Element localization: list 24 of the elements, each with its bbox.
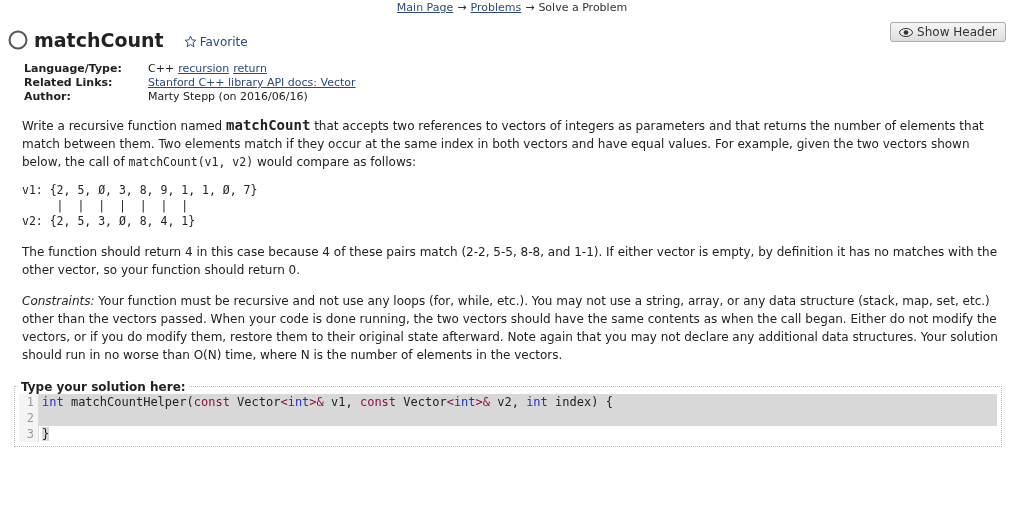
eye-icon [899, 27, 914, 37]
breadcrumb-link[interactable]: Problems [470, 1, 522, 15]
breadcrumb-text: → [457, 1, 467, 15]
breadcrumb-text: Solve a Problem [538, 1, 628, 15]
meta-label: Author: [24, 90, 72, 103]
editor-legend: Type your solution here: [19, 379, 188, 394]
solution-editor[interactable]: Type your solution here: 1 int matchCountHelper(const Vector<int>& v1, const Vector<int>& v2, int index) { 2 3 } [14, 379, 1002, 447]
meta-label: Related Links: [24, 76, 114, 89]
problem-description: Write a recursive function named matchCount that accepts two references to vectors of integers as parameters and that returns the number of elements that match between them. Two elements match if they occur at the same index in both vectors and have equal values. For example, given the two vectors shown below, the call of matchCount(v1, v2) would compare as follows: [22, 116, 985, 171]
meta-value: Marty Stepp (on 2016/06/16) [148, 90, 308, 103]
explanation-text: The function should return 4 in this case because 4 of these pairs match (2-2, 5-5, 8-8, and 1-1). If either vector is empty, by definition it has no matches with the other vector, so your function should return 0. [22, 243, 999, 279]
breadcrumb-link[interactable]: Main Page [396, 1, 454, 15]
meta-value: C++ [148, 62, 175, 75]
example-code: v1: {2, 5, Ø, 3, 8, 9, 1, 1, Ø, 7} | | | | | | | v2: {2, 5, 3, Ø, 8, 4, 1} [22, 183, 259, 230]
favorite-link[interactable]: Favorite [183, 34, 248, 49]
meta-link[interactable]: recursion [178, 62, 230, 75]
meta-link[interactable]: Stanford C++ library API docs: Vector [148, 76, 356, 89]
show-header-button[interactable]: Show Header [890, 22, 1006, 42]
constraints-text: Constraints: Your function must be recursive and not use any loops (for, while, etc.). You may not use a string, array, or any data structure (stack, map, set, etc.) other than the vectors passed. When your code is done running, the two vectors should have the same contents as when the call began. Either do not modify the vectors, or if you do modify them, restore them to their original state afterward. Note again that you may not declare any additional data structures. Your solution should run in no worse than O(N) time, where N is the number of elements in the vectors. [22, 292, 999, 364]
breadcrumb-text: → [525, 1, 535, 15]
meta-link[interactable]: return [233, 62, 267, 75]
meta-label: Language/Type: [24, 62, 123, 75]
problem-title: matchCount [34, 29, 164, 51]
line-number: 1 [19, 393, 39, 410]
